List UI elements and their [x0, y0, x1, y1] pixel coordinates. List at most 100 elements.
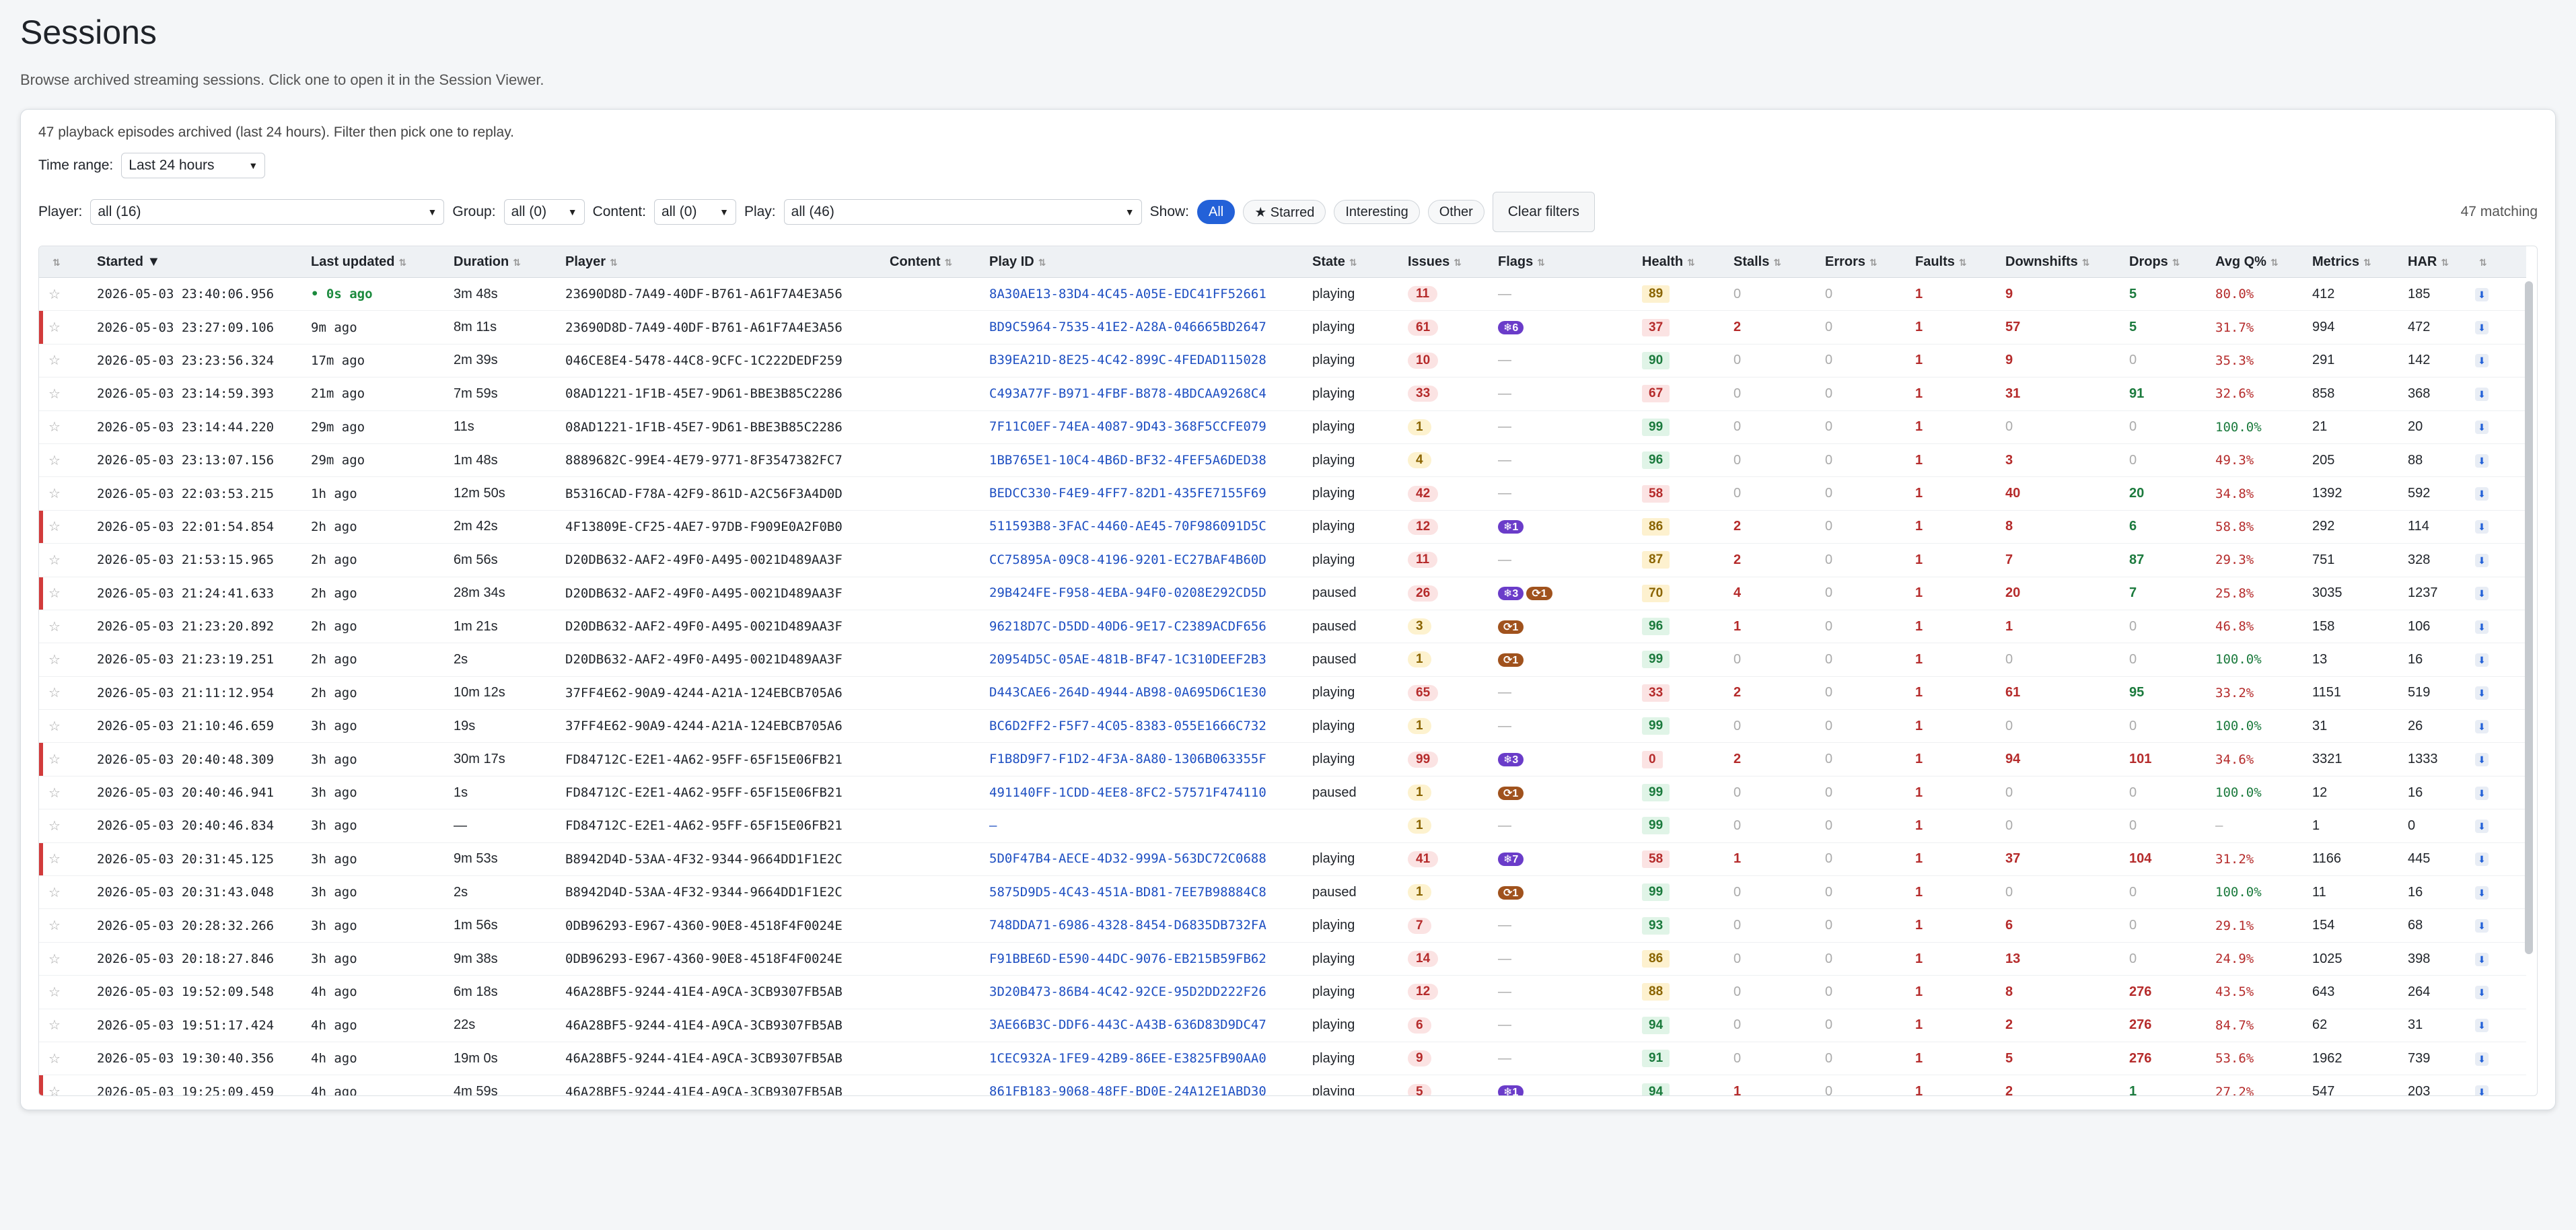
- download-icon[interactable]: ⬇: [2475, 1052, 2489, 1066]
- play-id-link[interactable]: 8A30AE13-83D4-4C45-A05E-EDC41FF52661: [989, 287, 1266, 301]
- play-id-link[interactable]: 96218D7C-D5DD-40D6-9E17-C2389ACDF656: [989, 619, 1266, 634]
- content-filter-select[interactable]: all (0) ▼: [653, 199, 736, 225]
- download-icon[interactable]: ⬇: [2475, 653, 2489, 667]
- star-icon[interactable]: ☆: [48, 519, 61, 534]
- star-icon[interactable]: ☆: [48, 387, 61, 402]
- column-header[interactable]: State ⇅: [1303, 246, 1398, 278]
- table-row[interactable]: ☆ 2026-05-03 20:40:46.941 3h ago 1s FD84712C…: [39, 776, 2526, 810]
- table-row[interactable]: ☆ 2026-05-03 23:13:07.156 29m ago 1m 48s 888…: [39, 443, 2526, 478]
- download-icon[interactable]: ⬇: [2475, 421, 2489, 435]
- play-id-link[interactable]: C493A77F-B971-4FBF-B878-4BDCAA9268C4: [989, 386, 1266, 401]
- column-header[interactable]: Avg Q% ⇅: [2206, 246, 2303, 278]
- player-filter-select[interactable]: all (16) ▼: [90, 199, 445, 225]
- download-icon[interactable]: ⬇: [2475, 620, 2489, 634]
- table-row[interactable]: ☆ 2026-05-03 20:18:27.846 3h ago 9m 38s 0DB9…: [39, 942, 2526, 976]
- star-icon[interactable]: ☆: [48, 586, 61, 601]
- star-icon[interactable]: ☆: [48, 1052, 61, 1066]
- show-starred-pill[interactable]: ★ Starred: [1243, 200, 1326, 224]
- play-id-link[interactable]: 861FB183-9068-48FF-BD0E-24A12E1ABD30: [989, 1084, 1266, 1095]
- table-row[interactable]: ☆ 2026-05-03 20:28:32.266 3h ago 1m 56s 0DB9…: [39, 908, 2526, 943]
- download-icon[interactable]: ⬇: [2475, 1019, 2489, 1033]
- column-header[interactable]: Play ID ⇅: [980, 246, 1303, 278]
- table-row[interactable]: ☆ 2026-05-03 20:40:46.834 3h ago — FD84712C-…: [39, 809, 2526, 843]
- star-icon[interactable]: ☆: [48, 686, 61, 700]
- play-id-link[interactable]: BEDCC330-F4E9-4FF7-82D1-435FE7155F69: [989, 486, 1266, 501]
- download-icon[interactable]: ⬇: [2475, 553, 2489, 567]
- table-row[interactable]: ☆ 2026-05-03 19:30:40.356 4h ago 19m 0s 46A2…: [39, 1042, 2526, 1076]
- show-other-pill[interactable]: Other: [1427, 200, 1484, 224]
- star-icon[interactable]: ☆: [48, 353, 61, 368]
- table-row[interactable]: ☆ 2026-05-03 21:24:41.633 2h ago 28m 34s D20…: [39, 577, 2526, 610]
- play-id-link[interactable]: 491140FF-1CDD-4EE8-8FC2-57571F474110: [989, 785, 1266, 800]
- download-icon[interactable]: ⬇: [2475, 1085, 2489, 1095]
- table-row[interactable]: ☆ 2026-05-03 20:31:45.125 3h ago 9m 53s B894…: [39, 842, 2526, 877]
- play-id-link[interactable]: 20954D5C-05AE-481B-BF47-1C310DEEF2B3: [989, 652, 1266, 667]
- star-icon[interactable]: ☆: [48, 553, 61, 568]
- star-icon[interactable]: ☆: [48, 420, 61, 435]
- column-header[interactable]: Flags ⇅: [1489, 246, 1633, 278]
- table-row[interactable]: ☆ 2026-05-03 23:23:56.324 17m ago 2m 39s 046…: [39, 344, 2526, 378]
- column-header[interactable]: Duration ⇅: [444, 246, 556, 278]
- table-row[interactable]: ☆ 2026-05-03 19:52:09.548 4h ago 6m 18s 46A2…: [39, 975, 2526, 1009]
- column-header[interactable]: Player ⇅: [556, 246, 880, 278]
- play-id-link[interactable]: F1B8D9F7-F1D2-4F3A-8A80-1306B063355F: [989, 752, 1266, 766]
- time-range-select[interactable]: Last 24 hours ▼: [121, 153, 266, 178]
- table-row[interactable]: ☆ 2026-05-03 21:53:15.965 2h ago 6m 56s D20D…: [39, 543, 2526, 577]
- download-icon[interactable]: ⬇: [2475, 719, 2489, 733]
- clear-filters-button[interactable]: Clear filters: [1492, 192, 1595, 232]
- column-header[interactable]: Health ⇅: [1633, 246, 1724, 278]
- star-icon[interactable]: ☆: [48, 752, 61, 767]
- play-id-link[interactable]: 748DDA71-6986-4328-8454-D6835DB732FA: [989, 918, 1266, 933]
- download-icon[interactable]: ⬇: [2475, 454, 2489, 468]
- star-icon[interactable]: ☆: [48, 852, 61, 867]
- play-id-link[interactable]: D443CAE6-264D-4944-AB98-0A695D6C1E30: [989, 685, 1266, 700]
- download-icon[interactable]: ⬇: [2475, 321, 2489, 335]
- table-row[interactable]: ☆ 2026-05-03 19:51:17.424 4h ago 22s 46A28BF…: [39, 1009, 2526, 1042]
- table-row[interactable]: ☆ 2026-05-03 23:14:44.220 29m ago 11s 08AD12…: [39, 410, 2526, 444]
- play-id-link[interactable]: F91BBE6D-E590-44DC-9076-EB215B59FB62: [989, 951, 1266, 966]
- star-icon[interactable]: ☆: [48, 885, 61, 900]
- play-id-link[interactable]: BD9C5964-7535-41E2-A28A-046665BD2647: [989, 320, 1266, 334]
- star-icon[interactable]: ☆: [48, 918, 61, 933]
- show-interesting-pill[interactable]: Interesting: [1334, 200, 1420, 224]
- table-row[interactable]: ☆ 2026-05-03 22:01:54.854 2h ago 2m 42s 4F13…: [39, 510, 2526, 544]
- column-header[interactable]: HAR ⇅: [2398, 246, 2466, 278]
- play-filter-select[interactable]: all (46) ▼: [783, 199, 1142, 225]
- show-all-pill[interactable]: All: [1197, 200, 1236, 224]
- table-row[interactable]: ☆ 2026-05-03 23:14:59.393 21m ago 7m 59s 08A…: [39, 377, 2526, 411]
- column-header[interactable]: Metrics ⇅: [2303, 246, 2398, 278]
- column-header[interactable]: Last updated ⇅: [301, 246, 444, 278]
- column-header[interactable]: Faults ⇅: [1906, 246, 1996, 278]
- star-icon[interactable]: ☆: [48, 620, 61, 635]
- column-header[interactable]: Stalls ⇅: [1724, 246, 1816, 278]
- download-icon[interactable]: ⬇: [2475, 354, 2489, 368]
- star-icon[interactable]: ☆: [48, 653, 61, 667]
- download-icon[interactable]: ⬇: [2475, 287, 2489, 301]
- download-icon[interactable]: ⬇: [2475, 753, 2489, 767]
- column-header[interactable]: Started ▼: [87, 246, 301, 278]
- column-header[interactable]: Content ⇅: [880, 246, 980, 278]
- table-row[interactable]: ☆ 2026-05-03 19:25:09.459 4h ago 4m 59s 46A2…: [39, 1075, 2526, 1095]
- table-row[interactable]: ☆ 2026-05-03 21:23:19.251 2h ago 2s D20DB632…: [39, 643, 2526, 677]
- star-icon[interactable]: ☆: [48, 786, 61, 801]
- star-icon[interactable]: ☆: [48, 985, 61, 1000]
- download-icon[interactable]: ⬇: [2475, 487, 2489, 501]
- star-icon[interactable]: ☆: [48, 819, 61, 834]
- play-id-link[interactable]: CC75895A-09C8-4196-9201-EC27BAF4B60D: [989, 552, 1266, 567]
- table-row[interactable]: ☆ 2026-05-03 20:31:43.048 3h ago 2s B8942D4D…: [39, 875, 2526, 910]
- table-row[interactable]: ☆ 2026-05-03 23:40:06.956 • 0s ago 3m 48s 23…: [39, 277, 2526, 312]
- download-icon[interactable]: ⬇: [2475, 520, 2489, 534]
- star-icon[interactable]: ☆: [48, 1018, 61, 1033]
- play-id-link[interactable]: BC6D2FF2-F5F7-4C05-8383-055E1666C732: [989, 719, 1266, 733]
- star-icon[interactable]: ☆: [48, 1085, 61, 1095]
- column-header[interactable]: ⇅: [39, 246, 87, 278]
- download-icon[interactable]: ⬇: [2475, 387, 2489, 401]
- group-filter-select[interactable]: all (0) ▼: [503, 199, 585, 225]
- star-icon[interactable]: ☆: [48, 454, 61, 468]
- table-row[interactable]: ☆ 2026-05-03 22:03:53.215 1h ago 12m 50s B53…: [39, 476, 2526, 511]
- play-id-link[interactable]: B39EA21D-8E25-4C42-899C-4FEDAD115028: [989, 353, 1266, 367]
- column-header[interactable]: ⇅: [2466, 246, 2526, 278]
- download-icon[interactable]: ⬇: [2475, 819, 2489, 833]
- download-icon[interactable]: ⬇: [2475, 853, 2489, 867]
- play-id-link[interactable]: 511593B8-3FAC-4460-AE45-70F986091D5C: [989, 519, 1266, 534]
